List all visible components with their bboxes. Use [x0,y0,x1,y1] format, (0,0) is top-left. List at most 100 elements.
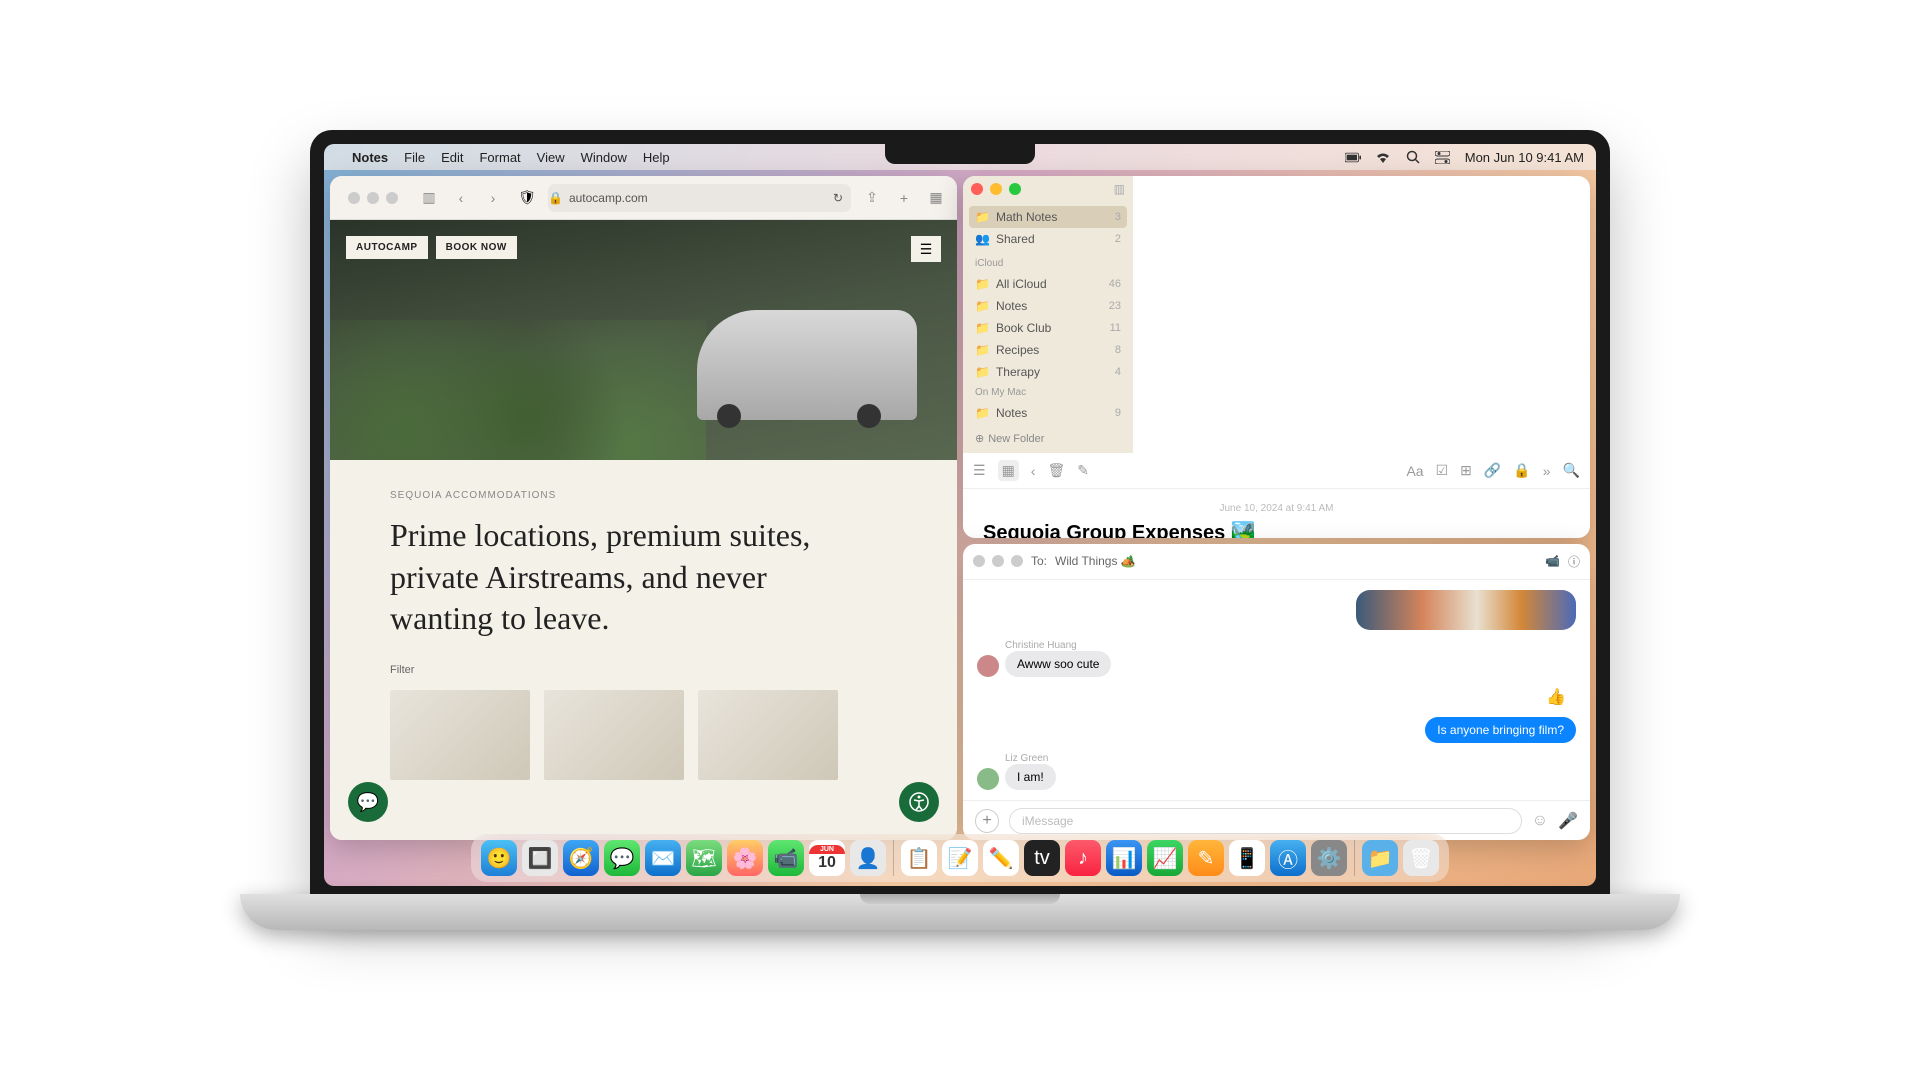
folder-recipes[interactable]: 📁Recipes8 [963,339,1133,361]
avatar[interactable] [977,655,999,677]
info-icon[interactable]: ⓘ [1568,553,1580,570]
chat-fab[interactable]: 💬 [348,782,388,822]
forward-icon[interactable]: › [480,185,506,211]
compose-icon[interactable]: ✎ [1077,462,1089,479]
dock-notes[interactable]: 📝 [942,840,978,876]
control-center-icon[interactable] [1435,149,1451,165]
traffic-minimize[interactable] [992,555,1004,567]
dock-mail[interactable]: ✉️ [645,840,681,876]
battery-icon[interactable] [1345,149,1361,165]
menubar-app[interactable]: Notes [352,150,388,165]
folder-shared[interactable]: 👥 Shared 2 [963,228,1133,250]
folder-therapy[interactable]: 📁Therapy4 [963,361,1133,383]
back-icon[interactable]: ‹ [448,185,474,211]
dock-reminders[interactable]: 📋 [901,840,937,876]
thumbnail-1[interactable] [390,690,530,780]
book-now-button[interactable]: BOOK NOW [436,236,517,259]
menu-format[interactable]: Format [479,150,520,165]
traffic-close[interactable] [973,555,985,567]
format-icon[interactable]: Aa [1406,463,1423,479]
address-bar[interactable]: 🔒 autocamp.com ↻ [548,184,851,212]
menu-help[interactable]: Help [643,150,670,165]
media-icon[interactable]: 🔗 [1484,462,1501,479]
message-input[interactable]: iMessage [1009,808,1522,834]
dock-tv[interactable]: tv [1024,840,1060,876]
sidebar-icon[interactable]: ▥ [416,185,442,211]
wifi-icon[interactable] [1375,149,1391,165]
dock-facetime[interactable]: 📹 [768,840,804,876]
avatar[interactable] [977,768,999,790]
new-folder-button[interactable]: ⊕New Folder [963,424,1133,453]
dock-safari[interactable]: 🧭 [563,840,599,876]
trash-icon[interactable]: 🗑 [1047,462,1065,479]
dock-pages[interactable]: ✎ [1188,840,1224,876]
dock-contacts[interactable]: 👤 [850,840,886,876]
traffic-zoom[interactable] [1009,183,1021,195]
list-view-icon[interactable]: ☰ [973,462,986,479]
dock-photos[interactable]: 🌸 [727,840,763,876]
folder-notes[interactable]: 📁Notes23 [963,295,1133,317]
menubar-datetime[interactable]: Mon Jun 10 9:41 AM [1465,150,1584,165]
search-icon[interactable]: 🔍 [1563,462,1580,479]
shield-icon[interactable]: 🛡︎ [514,185,540,211]
folder-book-club[interactable]: 📁Book Club11 [963,317,1133,339]
menu-view[interactable]: View [537,150,565,165]
share-icon[interactable]: ⇪ [859,185,885,211]
image-bubble[interactable] [1356,590,1576,630]
folder-math-notes[interactable]: 📁 Math Notes 3 [969,206,1127,228]
folder-local-notes[interactable]: 📁Notes9 [963,402,1133,424]
thumbnail-3[interactable] [698,690,838,780]
menu-edit[interactable]: Edit [441,150,463,165]
traffic-zoom[interactable] [386,192,398,204]
folder-all-icloud[interactable]: 📁All iCloud46 [963,273,1133,295]
traffic-minimize[interactable] [990,183,1002,195]
apps-plus-icon[interactable]: + [975,809,999,833]
dock-numbers[interactable]: 📈 [1147,840,1183,876]
dock-shortcuts[interactable]: 📱 [1229,840,1265,876]
new-tab-icon[interactable]: + [891,185,917,211]
messages-thread[interactable]: Christine Huang Awww soo cute 👍 Is anyon… [963,580,1590,800]
reload-icon[interactable]: ↻ [833,191,851,205]
dock-trash[interactable]: 🗑 [1403,840,1439,876]
accessibility-fab[interactable] [899,782,939,822]
traffic-close[interactable] [971,183,983,195]
traffic-close[interactable] [348,192,360,204]
dock-keynote[interactable]: 📊 [1106,840,1142,876]
back-icon[interactable]: ‹ [1031,463,1036,479]
dock-launchpad[interactable]: 🔲 [522,840,558,876]
checklist-icon[interactable]: ☑ [1436,462,1449,479]
dock-calendar[interactable]: JUN10 [809,840,845,876]
sidebar-toggle-icon[interactable]: ▥ [1114,182,1125,196]
spotlight-icon[interactable] [1405,149,1421,165]
traffic-zoom[interactable] [1011,555,1023,567]
dock-finder[interactable]: 🙂 [481,840,517,876]
notes-toolbar: ☰ ▦ ‹ 🗑 ✎ Aa ☑ ⊞ 🔗 🔒 » 🔍 [963,453,1590,489]
logo-badge[interactable]: AUTOCAMP [346,236,428,259]
menu-file[interactable]: File [404,150,425,165]
tabs-icon[interactable]: ▦ [923,185,949,211]
to-value[interactable]: Wild Things 🏕️ [1055,554,1136,568]
dock-music[interactable]: ♪ [1065,840,1101,876]
dock-maps[interactable]: 🗺 [686,840,722,876]
facetime-icon[interactable]: 📹 [1545,554,1560,568]
reaction-icon[interactable]: 👍 [1546,687,1576,707]
sender-name: Christine Huang [1005,640,1576,651]
mic-icon[interactable]: 🎤 [1558,811,1578,831]
emoji-icon[interactable]: ☺ [1532,812,1548,830]
grid-view-icon[interactable]: ▦ [998,460,1019,481]
dock-downloads[interactable]: 📁 [1362,840,1398,876]
more-icon[interactable]: » [1543,463,1551,479]
filter-label[interactable]: Filter [390,664,897,676]
menu-window[interactable]: Window [581,150,627,165]
shared-icon: 👥 [975,232,990,246]
note-content[interactable]: June 10, 2024 at 9:41 AM Sequoia Group E… [963,489,1590,538]
lock-icon[interactable]: 🔒 [1513,462,1530,479]
traffic-minimize[interactable] [367,192,379,204]
table-icon[interactable]: ⊞ [1460,462,1472,479]
dock-settings[interactable]: ⚙️ [1311,840,1347,876]
dock-appstore[interactable]: Ⓐ [1270,840,1306,876]
dock-freeform[interactable]: ✏️ [983,840,1019,876]
hamburger-icon[interactable]: ☰ [911,236,941,262]
thumbnail-2[interactable] [544,690,684,780]
dock-messages[interactable]: 💬 [604,840,640,876]
